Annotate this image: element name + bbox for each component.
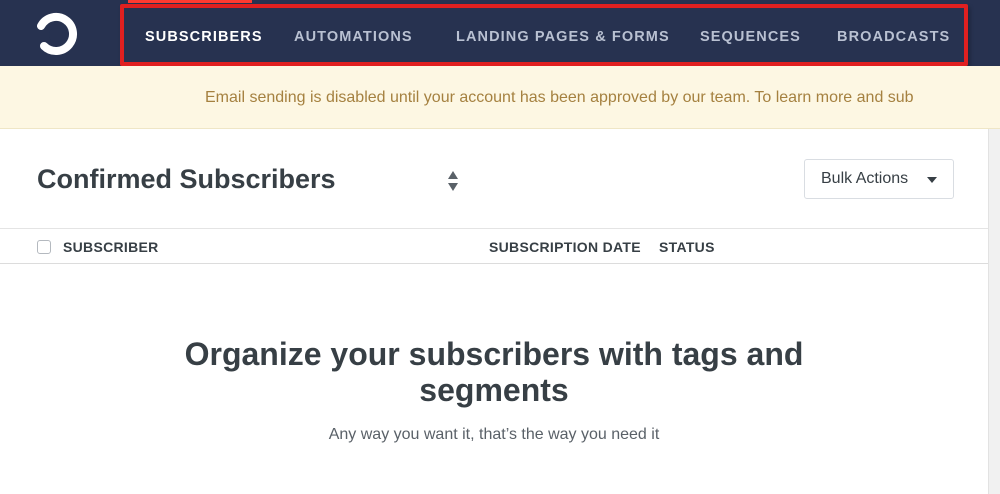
subscriber-list-title[interactable]: Confirmed Subscribers: [37, 164, 336, 195]
column-header-subscription-date[interactable]: SUBSCRIPTION DATE: [489, 239, 641, 255]
select-all-checkbox[interactable]: [37, 240, 51, 254]
column-header-status[interactable]: STATUS: [659, 239, 715, 255]
nav-item-sequences[interactable]: SEQUENCES: [700, 29, 801, 45]
bulk-actions-button[interactable]: Bulk Actions: [804, 159, 954, 199]
banner-message: Email sending is disabled until your acc…: [205, 89, 914, 106]
table-header: SUBSCRIBER SUBSCRIPTION DATE STATUS: [0, 230, 988, 264]
account-approval-banner: Email sending is disabled until your acc…: [0, 66, 1000, 129]
nav-item-broadcasts[interactable]: BROADCASTS: [837, 29, 950, 45]
list-header: Confirmed Subscribers Bulk Actions: [0, 129, 988, 229]
empty-state-subtitle: Any way you want it, that’s the way you …: [328, 426, 660, 443]
logo-icon[interactable]: [34, 12, 80, 58]
top-navigation-bar: SUBSCRIBERS AUTOMATIONS LANDING PAGES & …: [0, 0, 1000, 66]
nav-item-automations[interactable]: AUTOMATIONS: [294, 29, 413, 45]
active-tab-indicator: [128, 0, 252, 3]
empty-state-title: Organize your subscribers with tags and …: [184, 336, 804, 408]
caret-down-icon: [927, 177, 937, 183]
sort-arrows-icon[interactable]: [446, 169, 460, 193]
main-nav-highlight-box: SUBSCRIBERS AUTOMATIONS LANDING PAGES & …: [120, 4, 968, 66]
nav-item-subscribers[interactable]: SUBSCRIBERS: [145, 29, 263, 45]
nav-item-landing-pages-forms[interactable]: LANDING PAGES & FORMS: [456, 29, 670, 45]
bulk-actions-label: Bulk Actions: [821, 170, 909, 187]
empty-state: Organize your subscribers with tags and …: [0, 336, 988, 444]
column-header-subscriber[interactable]: SUBSCRIBER: [63, 239, 159, 255]
scrollbar[interactable]: [988, 129, 1000, 494]
